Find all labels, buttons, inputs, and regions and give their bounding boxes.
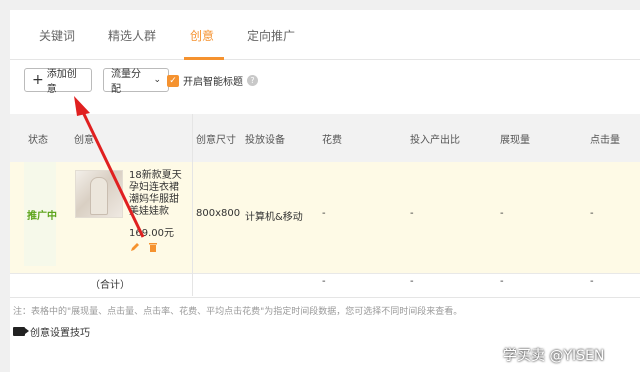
watermark: 学买卖 @YISEN [503,348,605,364]
header-creative: 创意 [74,135,94,146]
table-footnote: 注：表格中的"展现量、点击量、点击率、花费、平均点击花费"为指定时间段数据，您可… [13,307,463,317]
add-creative-button[interactable]: + 添加创意 [24,68,92,95]
creative-tips-label: 创意设置技巧 [30,328,90,339]
summary-cost: - [322,276,326,287]
smart-title-label: 开启智能标题 [183,77,243,88]
table-header: 状态 创意 创意尺寸 投放设备 花费 投入产出比 展现量 点击量 [10,114,640,162]
header-clicks: 点击量 [590,135,620,146]
cost-value: - [322,208,326,219]
creative-tips-link[interactable]: 创意设置技巧 [13,324,90,339]
edit-icon[interactable] [129,241,141,253]
tab-targeted-promotion[interactable]: 定向推广 [247,27,295,44]
summary-row: （合计） - - - - [10,266,640,298]
traffic-allocation-dropdown[interactable]: 流量分配 ⌄ [103,68,169,95]
summary-clicks: - [590,276,594,287]
tab-keywords[interactable]: 关键词 [39,27,75,44]
dress-image [90,177,108,215]
chevron-down-icon: ⌄ [153,75,161,85]
header-creative-size: 创意尺寸 [196,135,236,146]
header-device: 投放设备 [245,135,285,146]
plus-icon: + [32,72,44,88]
tab-selected-audience[interactable]: 精选人群 [108,27,156,44]
add-creative-label: 添加创意 [46,69,77,95]
product-thumbnail[interactable] [75,170,123,218]
creative-size-value: 800x800 [196,208,241,219]
product-title[interactable]: 18新款夏天孕妇连衣裙潮妈华服甜美娃娃款 [129,170,187,218]
header-impressions: 展现量 [500,135,530,146]
impressions-value: - [500,208,504,219]
video-camera-icon [13,327,29,336]
header-roi: 投入产出比 [410,135,460,146]
tab-bar: 关键词 精选人群 创意 定向推广 [10,10,640,60]
header-cost: 花费 [322,135,342,146]
help-icon[interactable]: ? [247,75,258,86]
status-badge: 推广中 [27,211,57,222]
tab-creative[interactable]: 创意 [190,27,214,44]
smart-title-checkbox[interactable]: ✓ [167,74,179,87]
traffic-allocation-label: 流量分配 [111,69,141,95]
roi-value: - [410,208,414,219]
device-value: 计算机&移动 [245,212,303,223]
summary-impressions: - [500,276,504,287]
active-tab-indicator [184,57,224,60]
clicks-value: - [590,208,594,219]
trash-icon[interactable] [147,241,159,253]
summary-label: （合计） [90,280,130,291]
summary-roi: - [410,276,414,287]
product-price: 169.00元 [129,228,174,239]
smart-title-option[interactable]: ✓ 开启智能标题 ? [167,73,258,88]
header-status: 状态 [28,135,48,146]
